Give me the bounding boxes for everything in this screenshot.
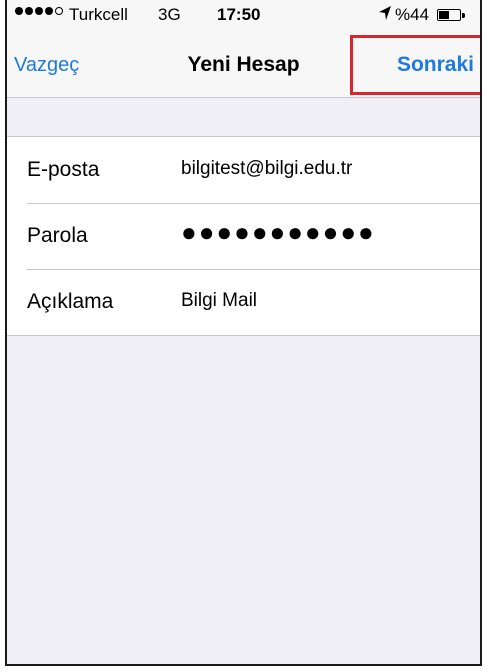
status-time: 17:50 <box>217 5 261 24</box>
description-row: Açıklama <box>7 269 480 335</box>
signal-strength-icon <box>15 7 63 15</box>
battery-tip <box>462 13 465 18</box>
description-field[interactable] <box>181 290 471 312</box>
status-bar: Turkcell 3G 17:50 %44 <box>7 0 480 32</box>
email-row: E-posta <box>7 137 480 203</box>
carrier-name: Turkcell <box>69 5 128 24</box>
location-arrow-icon <box>379 6 391 20</box>
battery-percent: %44 <box>395 5 430 24</box>
next-button[interactable]: Sonraki <box>397 53 474 77</box>
password-field[interactable]: ●●●●●●●●●●● <box>181 217 471 248</box>
phone-screen: Turkcell 3G 17:50 %44 Vazgeç Yeni Hesap … <box>5 0 482 666</box>
battery-icon <box>437 9 461 21</box>
navigation-bar: Vazgeç Yeni Hesap Sonraki <box>7 32 480 98</box>
battery-level <box>439 11 449 19</box>
next-button-highlight: Sonraki <box>350 35 480 95</box>
description-label: Açıklama <box>27 290 114 313</box>
email-field[interactable] <box>181 158 471 180</box>
network-type: 3G <box>158 5 181 24</box>
account-form: E-posta Parola ●●●●●●●●●●● Açıklama <box>7 136 480 336</box>
password-label: Parola <box>27 224 88 247</box>
password-row: Parola ●●●●●●●●●●● <box>7 203 480 269</box>
email-label: E-posta <box>27 158 100 181</box>
